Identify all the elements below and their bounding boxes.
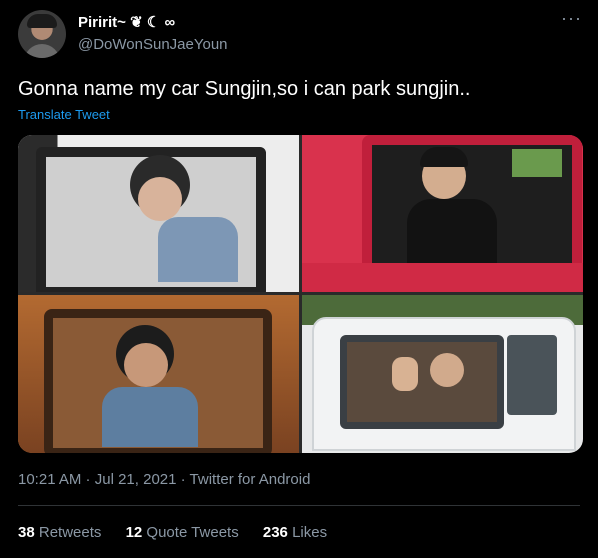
photo-3[interactable] bbox=[18, 295, 299, 453]
retweets-stat[interactable]: 38 Retweets bbox=[18, 524, 101, 541]
photo-2[interactable] bbox=[302, 135, 583, 292]
avatar-hair bbox=[27, 14, 57, 28]
retweets-count: 38 bbox=[18, 524, 35, 541]
meta-separator: · bbox=[81, 471, 95, 488]
tweet-stats: 38 Retweets 12 Quote Tweets 236 Likes bbox=[18, 524, 347, 541]
likes-stat[interactable]: 236 Likes bbox=[263, 524, 327, 541]
quote-tweets-label: Quote Tweets bbox=[146, 524, 239, 541]
translate-tweet-link[interactable]: Translate Tweet bbox=[18, 107, 110, 122]
quote-tweets-stat[interactable]: 12 Quote Tweets bbox=[126, 524, 239, 541]
tweet-time[interactable]: 10:21 AM bbox=[18, 471, 81, 488]
avatar-shirt bbox=[24, 44, 60, 58]
quote-tweets-count: 12 bbox=[125, 524, 143, 541]
user-handle[interactable]: @DoWonSunJaeYoun bbox=[78, 36, 228, 53]
tweet-meta: 10:21 AM · Jul 21, 2021 · Twitter for An… bbox=[18, 471, 310, 488]
tweet-date[interactable]: Jul 21, 2021 bbox=[95, 471, 177, 488]
likes-label: Likes bbox=[292, 524, 328, 541]
divider bbox=[18, 505, 580, 506]
meta-separator: · bbox=[176, 471, 190, 488]
media-grid bbox=[18, 135, 583, 453]
more-dots-icon[interactable]: ··· bbox=[561, 8, 582, 29]
avatar[interactable] bbox=[18, 10, 66, 58]
tweet-text: Gonna name my car Sungjin,so i can park … bbox=[18, 78, 471, 100]
photo-4[interactable] bbox=[302, 295, 583, 453]
likes-count: 236 bbox=[262, 524, 288, 541]
photo-1[interactable] bbox=[18, 135, 299, 292]
display-name[interactable]: Piririt~ ❦ ☾ ∞ bbox=[78, 13, 175, 31]
tweet-source[interactable]: Twitter for Android bbox=[190, 471, 311, 488]
retweets-label: Retweets bbox=[38, 524, 102, 541]
